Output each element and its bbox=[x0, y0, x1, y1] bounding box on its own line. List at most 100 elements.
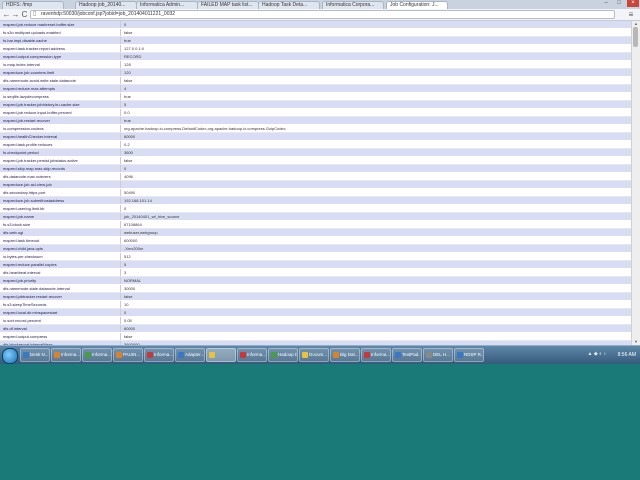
taskbar-item-label: Informa... bbox=[92, 352, 112, 357]
config-value: 120 bbox=[120, 68, 632, 77]
config-value: 127.0.0.1:0 bbox=[120, 44, 632, 53]
table-row: dfs.heartbeat.interval 3 bbox=[0, 268, 632, 277]
config-name: io.sort.record.percent bbox=[0, 316, 121, 325]
back-button[interactable]: ← bbox=[2, 10, 11, 19]
vertical-scrollbar[interactable]: ▲ ▼ bbox=[631, 21, 640, 345]
config-name: mapred.jobtracker.restart.recover bbox=[0, 292, 121, 301]
config-value: true bbox=[120, 116, 632, 125]
table-row: io.map.index.interval 128 bbox=[0, 60, 632, 69]
taskbar-item[interactable]: Informa... bbox=[237, 348, 267, 362]
app-icon bbox=[178, 352, 184, 358]
tab-4[interactable]: FAILED MAP task list... bbox=[197, 1, 259, 9]
config-value: job_20140401_wf_hive_source bbox=[120, 212, 632, 221]
taskbar-item-label: TextPad... bbox=[402, 352, 422, 357]
config-name: mapreduce.job.acl-view-job bbox=[0, 180, 121, 189]
config-value: false bbox=[120, 292, 632, 301]
clock[interactable]: 8:56 AM bbox=[618, 348, 636, 362]
taskbar-item-label: Informa... bbox=[154, 352, 174, 357]
taskbar-item[interactable]: Informa... bbox=[51, 348, 81, 362]
table-row: mapreduce.job.acl-view-job bbox=[0, 180, 632, 189]
taskbar-item[interactable]: DEL H... bbox=[423, 348, 453, 362]
taskbar-item[interactable]: Informa... bbox=[361, 348, 391, 362]
config-value: 50490 bbox=[120, 188, 632, 197]
taskbar-item[interactable]: Docum... bbox=[299, 348, 329, 362]
config-name: mapred.reduce.parallel.copies bbox=[0, 260, 121, 269]
table-row: io.compression.codecs org.apache.hadoop.i… bbox=[0, 124, 632, 133]
minimize-button[interactable]: – bbox=[600, 0, 612, 7]
config-name: mapred.job.reduce.markreset.buffer.size bbox=[0, 21, 121, 29]
config-name: dfs.df.interval bbox=[0, 324, 121, 333]
taskbar-item-label: Adapter... bbox=[185, 352, 205, 357]
address-bar[interactable]: ▯ ravenhdp:50030/jobconf.jsp?jobid=job_2… bbox=[30, 10, 615, 19]
taskbar-item[interactable]: Hadoop Dete... bbox=[268, 348, 298, 362]
taskbar-item[interactable] bbox=[206, 348, 236, 362]
table-row: fs.checkpoint.period 3600 bbox=[0, 148, 632, 157]
taskbar-item[interactable]: Informa... bbox=[82, 348, 112, 362]
scrollbar-thumb[interactable] bbox=[633, 27, 638, 47]
tab-3[interactable]: Informatica Admin... bbox=[136, 1, 198, 9]
config-name: dfs.datanode.max.xcievers bbox=[0, 172, 121, 181]
config-name: fs.checkpoint.period bbox=[0, 148, 121, 157]
table-row: mapred.jobtracker.restart.recover false bbox=[0, 292, 632, 301]
tab-2[interactable]: Hadoop job_20140... bbox=[75, 1, 137, 9]
config-name: mapred.job.tracker.jobhistory.lru.cache.… bbox=[0, 100, 121, 109]
config-value: webuser,webgroup bbox=[120, 228, 632, 237]
reload-button[interactable]: C bbox=[20, 10, 29, 19]
config-name: dfs.heartbeat.interval bbox=[0, 268, 121, 277]
config-name: fs.s3.sleepTimeSeconds bbox=[0, 300, 121, 309]
tab-1[interactable]: HDFS: /tmp bbox=[2, 1, 64, 9]
taskbar-item-label: Docum... bbox=[309, 352, 328, 357]
table-row: mapred.job.tracker.persist.jobstatus.act… bbox=[0, 156, 632, 165]
config-value: 67108864 bbox=[120, 220, 632, 229]
taskbar-item[interactable]: PAUIN... bbox=[113, 348, 143, 362]
app-icon bbox=[302, 352, 308, 358]
system-tray-icons[interactable]: ▲ ◆ ◐ ♪ bbox=[588, 351, 606, 357]
config-table: mapred.job.reduce.markreset.buffer.size 0… bbox=[0, 21, 632, 345]
config-value: 3 bbox=[120, 268, 632, 277]
taskbar-item[interactable]: Informa... bbox=[144, 348, 174, 362]
job-configuration-page: mapred.job.reduce.markreset.buffer.size 0… bbox=[0, 21, 632, 345]
table-row: mapred.output.compress false bbox=[0, 332, 632, 341]
config-name: mapred.task.timeout bbox=[0, 236, 121, 245]
config-name: mapred.job.priority bbox=[0, 276, 121, 285]
config-name: fs.har.impl.disable.cache bbox=[0, 36, 121, 45]
close-button[interactable]: × bbox=[627, 0, 639, 7]
start-button[interactable] bbox=[2, 348, 18, 364]
config-value: 0.0 bbox=[120, 108, 632, 117]
config-name: mapred.skip.map.max.skip.records bbox=[0, 164, 121, 173]
config-value: true bbox=[120, 92, 632, 101]
desktop-background bbox=[0, 364, 640, 480]
forward-button[interactable]: → bbox=[11, 10, 20, 19]
taskbar-item[interactable]: Big Dat... bbox=[330, 348, 360, 362]
taskbar-item[interactable]: Adapter... bbox=[175, 348, 205, 362]
table-row: dfs.namenode.avoid.write.stale.datanode f… bbox=[0, 76, 632, 85]
tab-7[interactable]: Job Configuration: J... bbox=[386, 1, 448, 9]
taskbar-item[interactable]: Desk N... bbox=[20, 348, 50, 362]
config-value: NORMAL bbox=[120, 276, 632, 285]
config-name: mapred.task.tracker.report.address bbox=[0, 44, 121, 53]
config-value: false bbox=[120, 76, 632, 85]
config-name: mapreduce.job.submithostaddress bbox=[0, 196, 121, 205]
config-name: dfs.namenode.stale.datanode.interval bbox=[0, 284, 121, 293]
config-name: io.seqfile.lazydecompress bbox=[0, 92, 121, 101]
config-value: 4 bbox=[120, 84, 632, 93]
table-row: fs.s3.sleepTimeSeconds 10 bbox=[0, 300, 632, 309]
config-value: 3600 bbox=[120, 148, 632, 157]
tab-6[interactable]: Informatica Corpora... bbox=[322, 1, 384, 9]
config-value: 0 bbox=[120, 204, 632, 213]
maximize-button[interactable]: □ bbox=[613, 0, 625, 7]
table-row: fs.har.impl.disable.cache true bbox=[0, 36, 632, 45]
menu-icon[interactable]: ≡ bbox=[626, 10, 636, 19]
config-name: mapred.child.java.opts bbox=[0, 244, 121, 253]
config-name: dfs.secondary.https.port bbox=[0, 188, 121, 197]
config-name: mapred.job.reduce.input.buffer.percent bbox=[0, 108, 121, 117]
config-value: false bbox=[120, 28, 632, 37]
config-name: io.compression.codecs bbox=[0, 124, 121, 133]
table-row: mapred.reduce.parallel.copies 5 bbox=[0, 260, 632, 269]
config-name: dfs.web.ugi bbox=[0, 228, 121, 237]
taskbar-item[interactable]: RDSP R... bbox=[454, 348, 484, 362]
config-value: 0-2 bbox=[120, 140, 632, 149]
tab-5[interactable]: Hadoop Task Deta... bbox=[258, 1, 320, 9]
table-row: fs.s3n.multipart.uploads.enabled false bbox=[0, 28, 632, 37]
taskbar-item[interactable]: TextPad... bbox=[392, 348, 422, 362]
